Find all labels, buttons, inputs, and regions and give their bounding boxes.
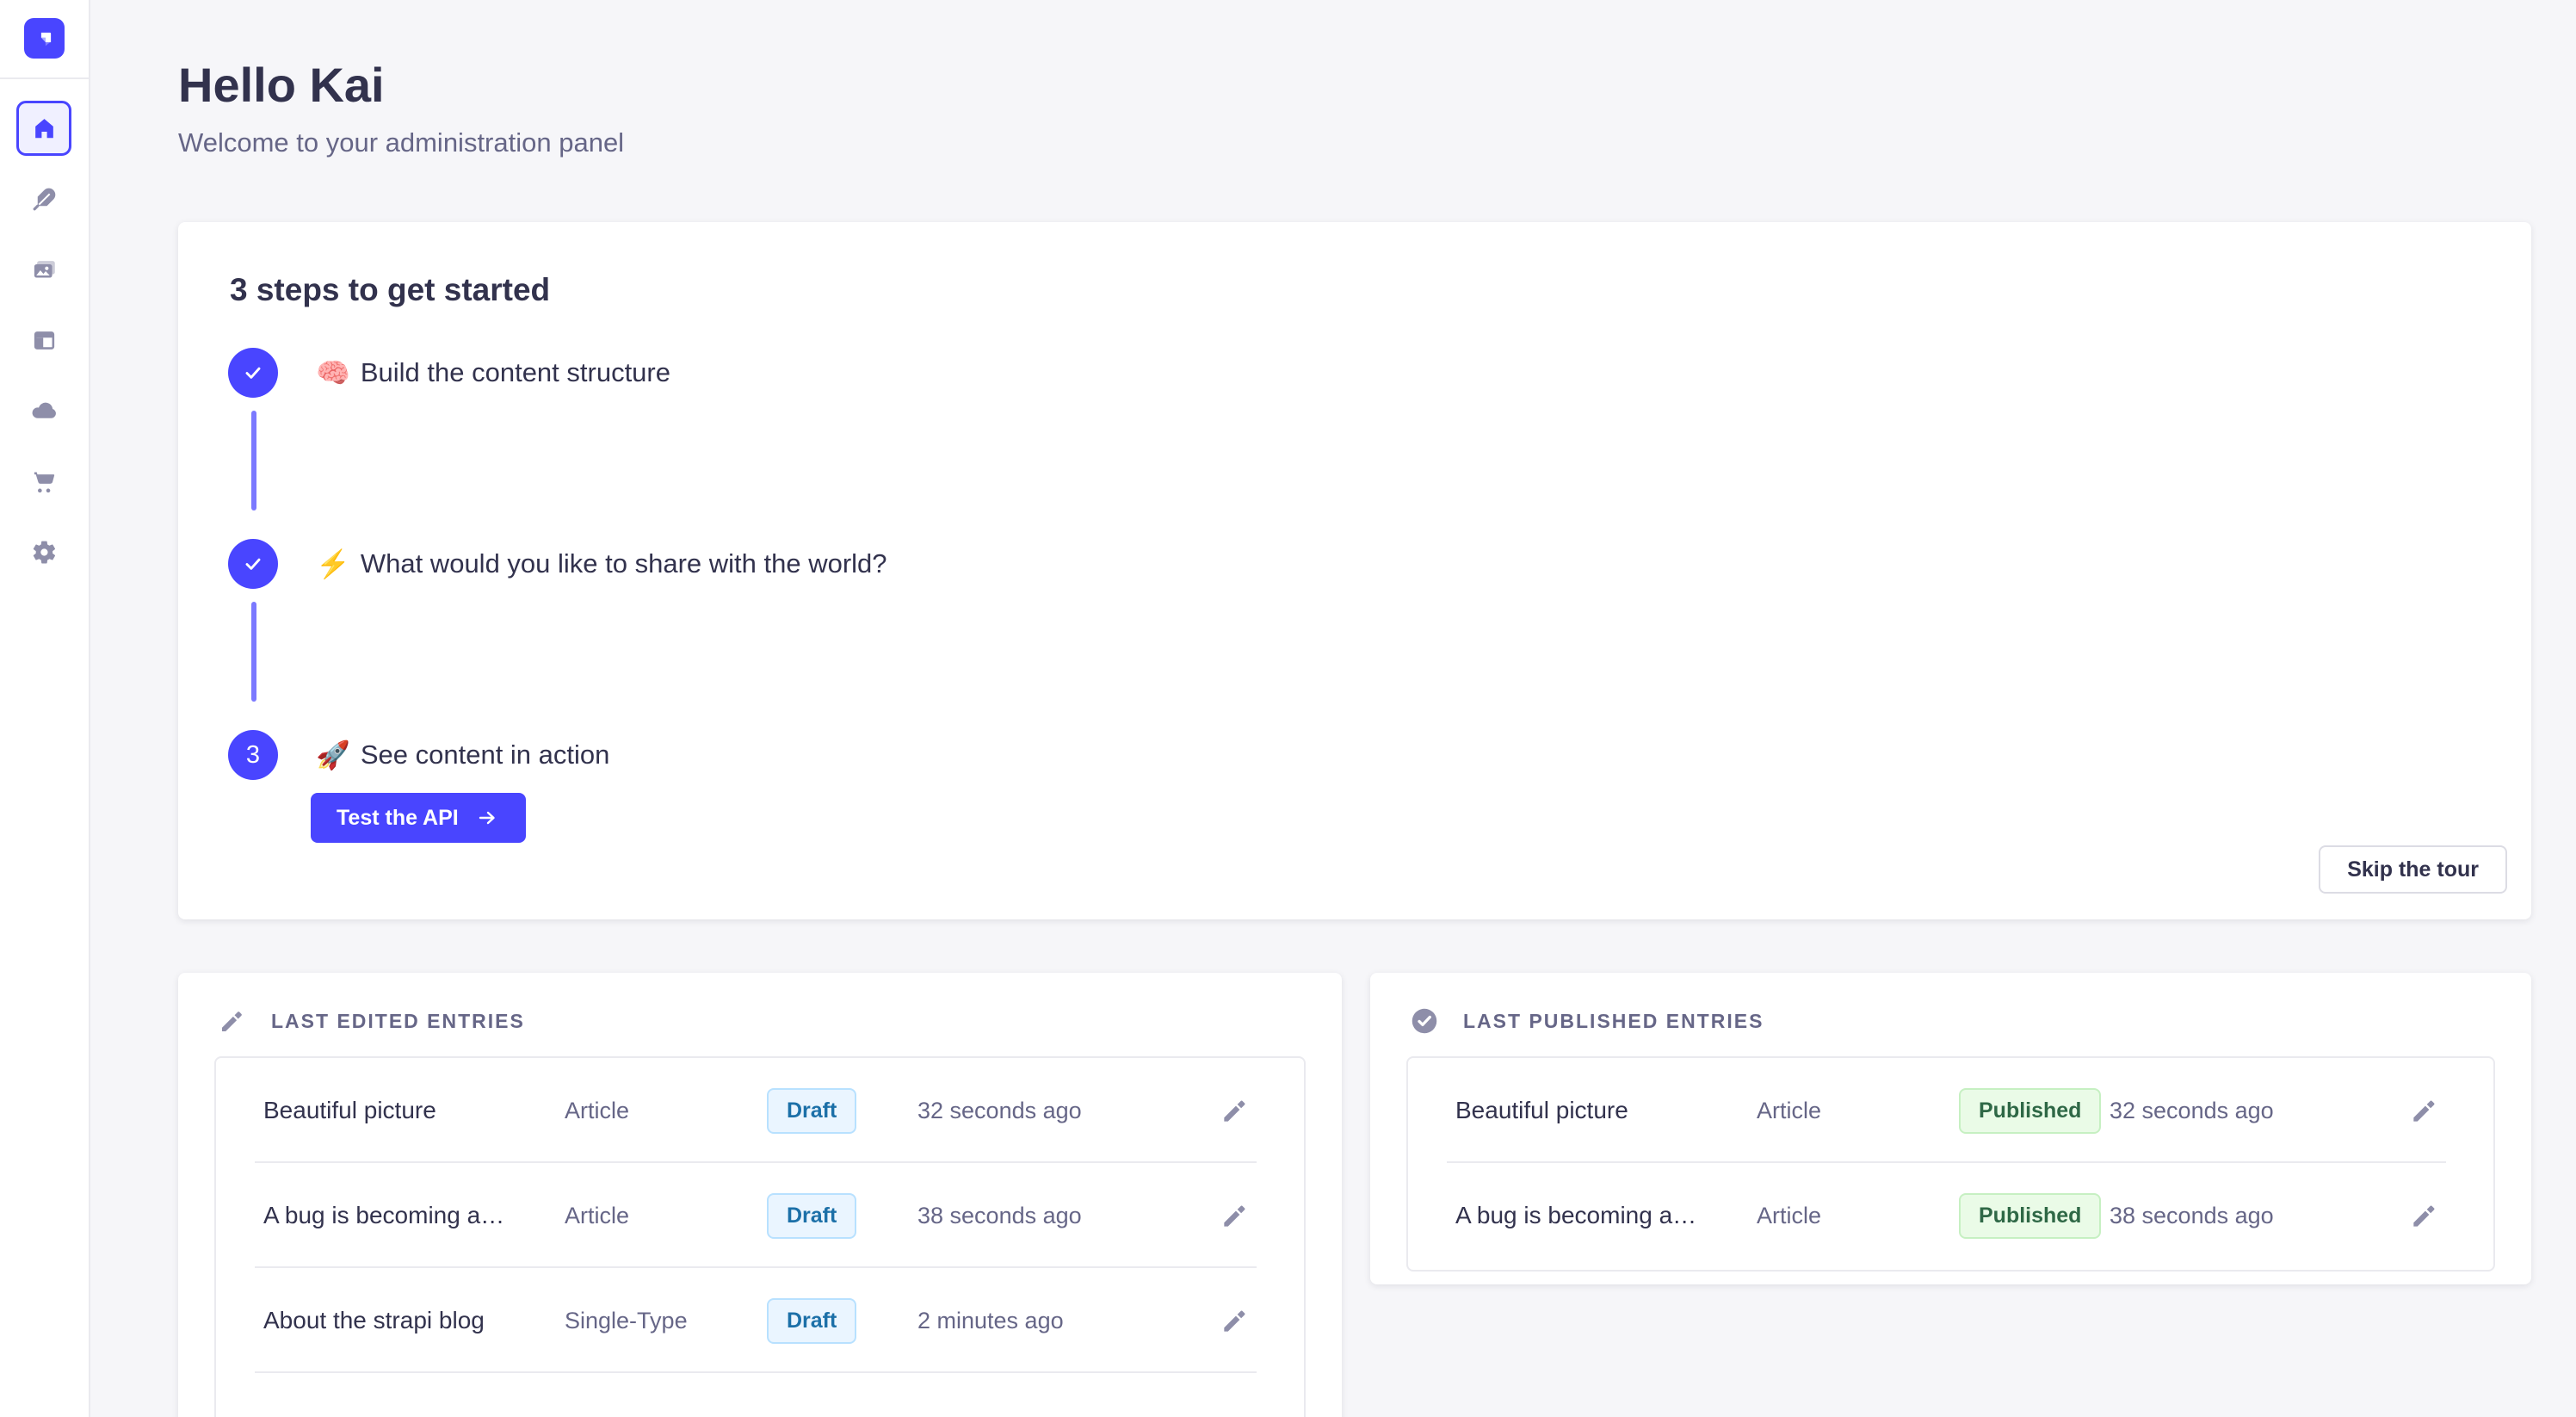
arrow-right-icon (474, 808, 500, 828)
strapi-logo-icon (32, 26, 58, 52)
sidebar-item-settings[interactable] (16, 524, 71, 579)
step-label: Build the content structure (361, 357, 670, 388)
entry-title: A bug is becoming a… (263, 1202, 565, 1229)
sidebar-item-cloud[interactable] (16, 383, 71, 438)
pencil-icon (2408, 1199, 2441, 1232)
images-icon (31, 257, 58, 283)
skip-the-tour-button[interactable]: Skip the tour (2319, 845, 2507, 894)
check-icon (242, 553, 264, 575)
onboarding-title: 3 steps to get started (230, 272, 550, 308)
onboarding-card: 3 steps to get started 🧠 Build the conte… (178, 222, 2531, 919)
page-subtitle: Welcome to your administration panel (178, 127, 624, 158)
sidebar-item-content-type-builder[interactable] (16, 312, 71, 368)
table-row (216, 1373, 1304, 1417)
edit-entry-button[interactable] (1214, 1089, 1257, 1132)
sidebar-divider (0, 77, 89, 79)
entry-time: 38 seconds ago (2110, 1203, 2376, 1229)
layout-icon (31, 327, 58, 354)
entry-type: Article (565, 1098, 767, 1124)
step-done-indicator (228, 348, 278, 398)
page-title: Hello Kai (178, 57, 385, 113)
entry-time: 32 seconds ago (2110, 1098, 2376, 1124)
entry-title: A bug is becoming a… (1455, 1202, 1757, 1229)
entry-title: Beautiful picture (263, 1097, 565, 1124)
sidebar-item-media-library[interactable] (16, 242, 71, 297)
gear-icon (31, 539, 58, 566)
sidebar-item-content-manager[interactable] (16, 171, 71, 226)
edit-entry-button[interactable] (1214, 1194, 1257, 1237)
last-edited-title: LAST EDITED ENTRIES (271, 1010, 525, 1033)
rocket-emoji: 🚀 (316, 741, 350, 769)
pencil-icon (1219, 1199, 1251, 1232)
entry-type: Article (565, 1203, 767, 1229)
check-icon (242, 362, 264, 384)
home-icon (31, 115, 58, 142)
status-badge: Draft (767, 1298, 856, 1344)
step-label: See content in action (361, 739, 610, 770)
check-circle-icon (1409, 1006, 1440, 1036)
status-badge: Published (1959, 1193, 2101, 1239)
step-connector (251, 411, 256, 510)
last-edited-table: Beautiful picture Article Draft 32 secon… (214, 1056, 1306, 1417)
entry-type: Article (1757, 1098, 1959, 1124)
entry-time: 38 seconds ago (917, 1203, 1184, 1229)
table-row[interactable]: Beautiful picture Article Draft 32 secon… (216, 1058, 1304, 1163)
strapi-admin-home: Hello Kai Welcome to your administration… (0, 0, 2576, 1417)
table-row[interactable]: A bug is becoming a… Article Draft 38 se… (216, 1163, 1304, 1268)
pencil-icon (1219, 1094, 1251, 1127)
zap-emoji: ⚡ (316, 550, 350, 578)
table-row[interactable]: About the strapi blog Single-Type Draft … (216, 1268, 1304, 1373)
last-published-table: Beautiful picture Article Published 32 s… (1406, 1056, 2495, 1272)
table-row[interactable]: Beautiful picture Article Published 32 s… (1408, 1058, 2493, 1163)
pencil-icon (217, 1006, 248, 1036)
last-edited-header: LAST EDITED ENTRIES (217, 1006, 525, 1036)
main-nav-sidebar (0, 0, 90, 1417)
status-badge: Published (1959, 1088, 2101, 1134)
step-see-content-in-action[interactable]: 3 🚀 See content in action (228, 730, 609, 780)
sidebar-item-marketplace[interactable] (16, 454, 71, 509)
entry-time: 32 seconds ago (917, 1098, 1184, 1124)
status-badge: Draft (767, 1193, 856, 1239)
test-the-api-label: Test the API (337, 806, 459, 831)
step-build-content-structure[interactable]: 🧠 Build the content structure (228, 348, 670, 398)
edit-entry-button[interactable] (1214, 1299, 1257, 1342)
step-label: What would you like to share with the wo… (361, 548, 887, 579)
brain-emoji: 🧠 (316, 359, 350, 387)
entry-type: Single-Type (565, 1308, 767, 1334)
step-number: 3 (246, 741, 260, 770)
step-connector (251, 602, 256, 702)
sidebar-item-home[interactable] (16, 101, 71, 156)
entry-title: About the strapi blog (263, 1307, 565, 1334)
table-row[interactable]: A bug is becoming a… Article Published 3… (1408, 1163, 2493, 1268)
edit-entry-button[interactable] (2403, 1194, 2446, 1237)
last-published-title: LAST PUBLISHED ENTRIES (1463, 1010, 1764, 1033)
test-the-api-button[interactable]: Test the API (311, 793, 526, 843)
pencil-icon (1219, 1304, 1251, 1337)
strapi-logo[interactable] (24, 18, 65, 59)
last-edited-panel: LAST EDITED ENTRIES Beautiful picture Ar… (178, 973, 1342, 1417)
entry-type: Article (1757, 1203, 1959, 1229)
feather-icon (31, 186, 58, 213)
last-published-header: LAST PUBLISHED ENTRIES (1409, 1006, 1764, 1036)
step-done-indicator (228, 539, 278, 589)
entry-time: 2 minutes ago (917, 1308, 1184, 1334)
cloud-icon (30, 397, 59, 425)
entry-title: Beautiful picture (1455, 1097, 1757, 1124)
cart-icon (31, 468, 58, 495)
edit-entry-button[interactable] (2403, 1089, 2446, 1132)
last-published-panel: LAST PUBLISHED ENTRIES Beautiful picture… (1370, 973, 2531, 1284)
step-share-with-world[interactable]: ⚡ What would you like to share with the … (228, 539, 887, 589)
status-badge: Draft (767, 1088, 856, 1134)
pencil-icon (2408, 1094, 2441, 1127)
step-number-indicator: 3 (228, 730, 278, 780)
